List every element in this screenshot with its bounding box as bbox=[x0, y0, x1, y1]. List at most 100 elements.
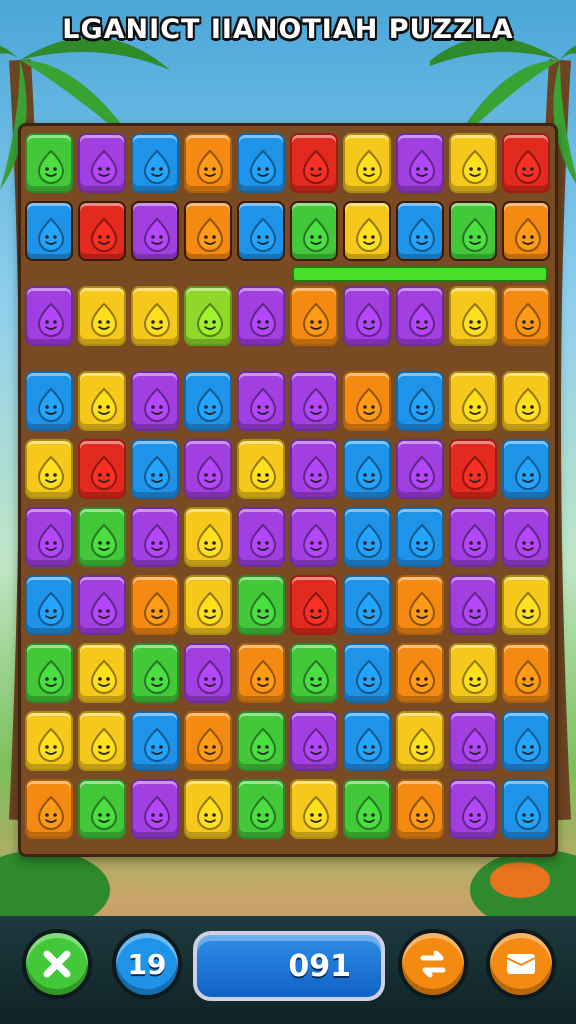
tile[interactable] bbox=[396, 643, 444, 703]
tile[interactable] bbox=[343, 507, 391, 567]
tile[interactable] bbox=[78, 575, 126, 635]
tile[interactable] bbox=[396, 286, 444, 346]
tile[interactable] bbox=[449, 439, 497, 499]
tile[interactable] bbox=[502, 779, 550, 839]
tile[interactable] bbox=[25, 711, 73, 771]
tile[interactable] bbox=[343, 133, 391, 193]
tile[interactable] bbox=[184, 507, 232, 567]
tile[interactable] bbox=[131, 371, 179, 431]
menu-button[interactable] bbox=[486, 929, 556, 999]
tile[interactable] bbox=[343, 643, 391, 703]
tile[interactable] bbox=[25, 507, 73, 567]
tile[interactable] bbox=[25, 286, 73, 346]
tile[interactable] bbox=[290, 507, 338, 567]
tile[interactable] bbox=[343, 439, 391, 499]
tile[interactable] bbox=[131, 643, 179, 703]
tile[interactable] bbox=[131, 575, 179, 635]
tile[interactable] bbox=[502, 286, 550, 346]
tile[interactable] bbox=[502, 371, 550, 431]
tile[interactable] bbox=[184, 711, 232, 771]
tile[interactable] bbox=[290, 779, 338, 839]
tile[interactable] bbox=[184, 643, 232, 703]
tile[interactable] bbox=[343, 201, 391, 261]
tile[interactable] bbox=[449, 286, 497, 346]
tile[interactable] bbox=[131, 779, 179, 839]
tile[interactable] bbox=[184, 575, 232, 635]
tile[interactable] bbox=[131, 201, 179, 261]
tile[interactable] bbox=[184, 371, 232, 431]
tile[interactable] bbox=[25, 439, 73, 499]
tile[interactable] bbox=[396, 711, 444, 771]
tile[interactable] bbox=[237, 643, 285, 703]
tile[interactable] bbox=[449, 711, 497, 771]
tile[interactable] bbox=[396, 371, 444, 431]
tile[interactable] bbox=[184, 439, 232, 499]
close-button[interactable] bbox=[22, 929, 92, 999]
tile[interactable] bbox=[502, 507, 550, 567]
tile[interactable] bbox=[449, 643, 497, 703]
tile[interactable] bbox=[78, 779, 126, 839]
tile[interactable] bbox=[78, 643, 126, 703]
tile[interactable] bbox=[502, 201, 550, 261]
tile[interactable] bbox=[184, 133, 232, 193]
tile[interactable] bbox=[131, 711, 179, 771]
tile[interactable] bbox=[396, 575, 444, 635]
tile[interactable] bbox=[502, 133, 550, 193]
tile[interactable] bbox=[237, 133, 285, 193]
tile[interactable] bbox=[449, 507, 497, 567]
tile[interactable] bbox=[131, 439, 179, 499]
tile[interactable] bbox=[184, 779, 232, 839]
tile[interactable] bbox=[25, 201, 73, 261]
tile[interactable] bbox=[25, 779, 73, 839]
tile[interactable] bbox=[449, 371, 497, 431]
tile[interactable] bbox=[343, 371, 391, 431]
tile[interactable] bbox=[396, 133, 444, 193]
tile[interactable] bbox=[449, 575, 497, 635]
tile[interactable] bbox=[78, 711, 126, 771]
tile[interactable] bbox=[78, 371, 126, 431]
tile[interactable] bbox=[25, 575, 73, 635]
tile[interactable] bbox=[237, 286, 285, 346]
tile[interactable] bbox=[396, 201, 444, 261]
tile[interactable] bbox=[78, 133, 126, 193]
tile[interactable] bbox=[237, 575, 285, 635]
tile[interactable] bbox=[237, 779, 285, 839]
tile[interactable] bbox=[502, 711, 550, 771]
tile[interactable] bbox=[290, 643, 338, 703]
tile[interactable] bbox=[237, 711, 285, 771]
tile[interactable] bbox=[237, 507, 285, 567]
tile[interactable] bbox=[237, 371, 285, 431]
tile[interactable] bbox=[343, 779, 391, 839]
tile[interactable] bbox=[502, 575, 550, 635]
tile[interactable] bbox=[449, 779, 497, 839]
tile[interactable] bbox=[78, 286, 126, 346]
tile[interactable] bbox=[184, 201, 232, 261]
tile[interactable] bbox=[78, 201, 126, 261]
tile[interactable] bbox=[502, 643, 550, 703]
tile[interactable] bbox=[449, 201, 497, 261]
tile[interactable] bbox=[290, 371, 338, 431]
tile[interactable] bbox=[502, 439, 550, 499]
tile[interactable] bbox=[290, 133, 338, 193]
tile[interactable] bbox=[396, 779, 444, 839]
tile[interactable] bbox=[25, 133, 73, 193]
tile[interactable] bbox=[237, 201, 285, 261]
tile[interactable] bbox=[290, 711, 338, 771]
tile[interactable] bbox=[131, 133, 179, 193]
tile[interactable] bbox=[78, 507, 126, 567]
tile[interactable] bbox=[396, 507, 444, 567]
tile[interactable] bbox=[290, 575, 338, 635]
tile[interactable] bbox=[290, 286, 338, 346]
tile[interactable] bbox=[184, 286, 232, 346]
swap-booster-button[interactable] bbox=[398, 929, 468, 999]
tile[interactable] bbox=[131, 507, 179, 567]
tile[interactable] bbox=[78, 439, 126, 499]
tile[interactable] bbox=[25, 643, 73, 703]
tile[interactable] bbox=[343, 711, 391, 771]
tile[interactable] bbox=[290, 439, 338, 499]
tile[interactable] bbox=[449, 133, 497, 193]
tile[interactable] bbox=[290, 201, 338, 261]
tile[interactable] bbox=[396, 439, 444, 499]
tile[interactable] bbox=[343, 286, 391, 346]
tile[interactable] bbox=[131, 286, 179, 346]
